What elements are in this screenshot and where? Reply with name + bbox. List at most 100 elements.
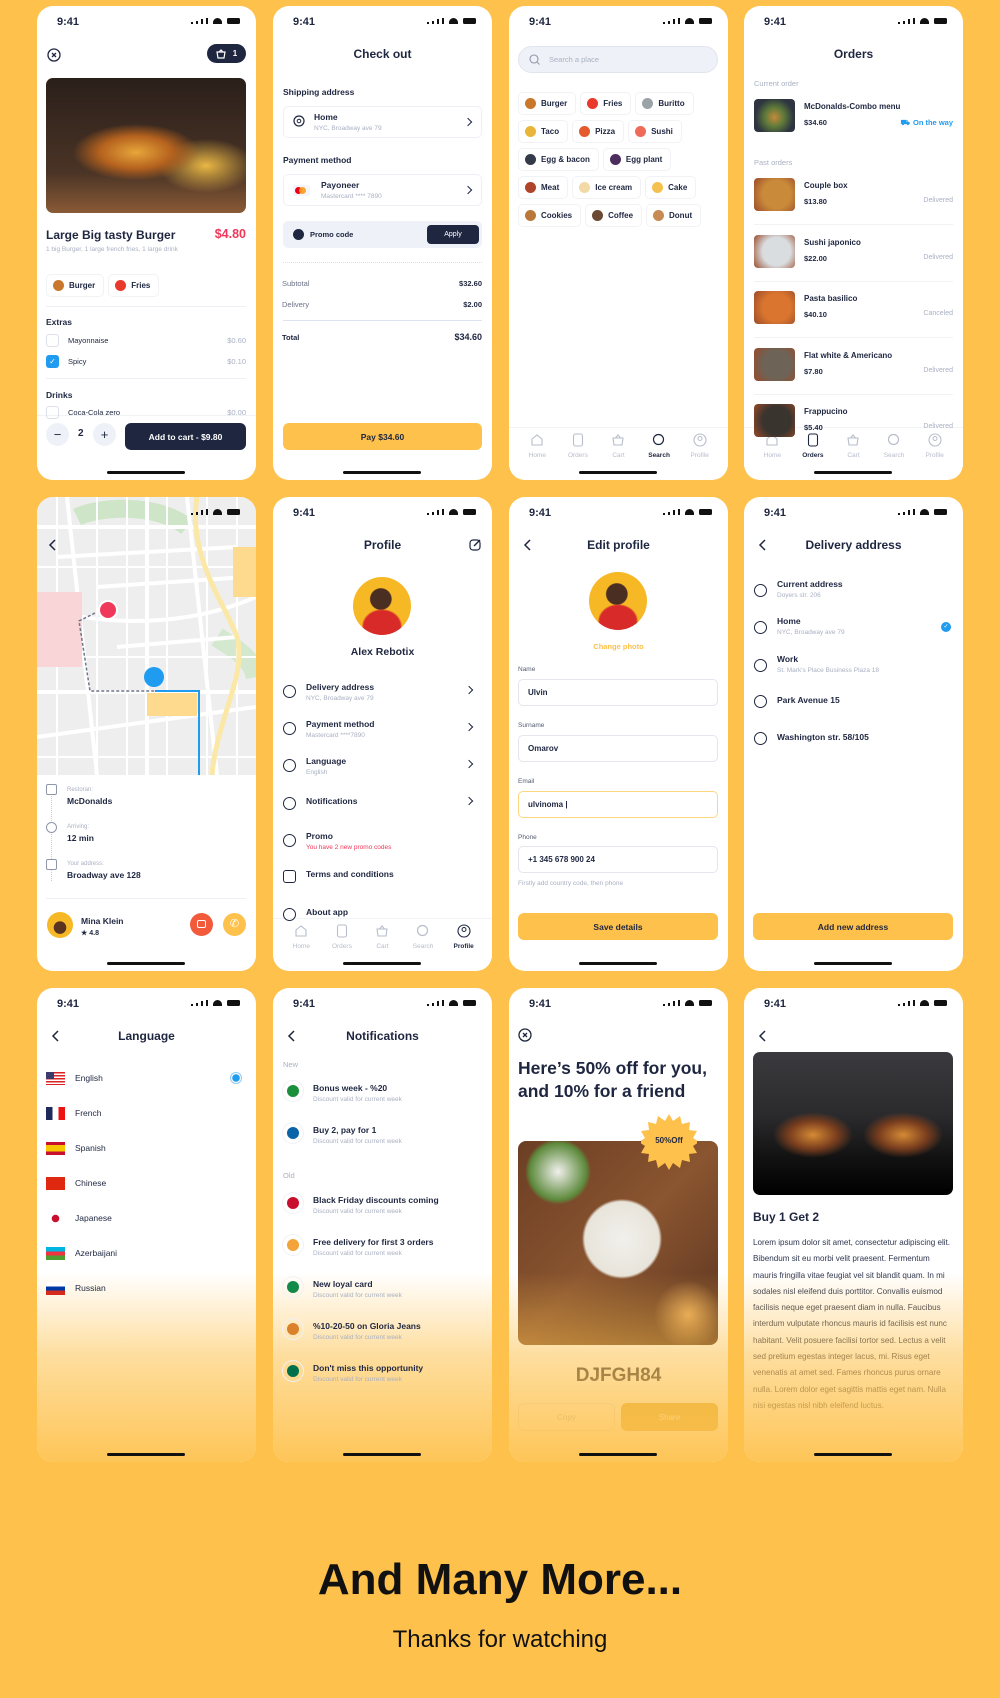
language-option-azerbaijani[interactable]: Azerbaijani bbox=[46, 1246, 246, 1260]
notification-item[interactable]: %10-20-50 on Gloria Jeans Discount valid … bbox=[282, 1318, 482, 1341]
address-item[interactable]: Work St. Mark's Place Business Plaza 18 bbox=[753, 654, 953, 682]
close-icon[interactable] bbox=[518, 1028, 532, 1042]
basket-icon bbox=[216, 48, 226, 59]
nav-cart[interactable]: Cart bbox=[600, 428, 636, 467]
surname-field[interactable]: Omarov bbox=[518, 735, 718, 762]
menu-item-language[interactable]: Language English bbox=[282, 756, 482, 784]
chip-coffee[interactable]: Coffee bbox=[585, 204, 643, 227]
notification-item[interactable]: Don't miss this opportunity Discount vali… bbox=[282, 1360, 482, 1383]
radio-selected[interactable] bbox=[230, 1072, 242, 1084]
nav-profile[interactable]: Profile bbox=[682, 428, 718, 467]
payment-method-card[interactable]: Payoneer Mastercard **** 7890 bbox=[283, 174, 482, 206]
chip-egg-plant[interactable]: Egg plant bbox=[602, 148, 672, 171]
menu-item-payment-method[interactable]: Payment method Mastercard ****7890 bbox=[282, 719, 482, 747]
edit-icon[interactable] bbox=[469, 538, 482, 551]
shipping-address-card[interactable]: Home NYC, Broadway ave 79 bbox=[283, 106, 482, 138]
chip-burger[interactable]: Burger bbox=[518, 92, 577, 115]
language-option-french[interactable]: French bbox=[46, 1106, 246, 1120]
chip-cookies[interactable]: Cookies bbox=[518, 204, 582, 227]
search-input[interactable]: Search a place bbox=[518, 46, 718, 73]
avatar[interactable] bbox=[353, 577, 411, 635]
chip-meat[interactable]: Meat bbox=[518, 176, 569, 199]
promo-icon bbox=[283, 834, 296, 847]
checkbox[interactable] bbox=[46, 406, 59, 419]
address-item[interactable]: Washington str. 58/105 bbox=[753, 732, 953, 760]
add-to-cart-button[interactable]: Add to cart - $9.80 bbox=[125, 423, 246, 450]
checkbox[interactable] bbox=[46, 334, 59, 347]
order-price: $7.80 bbox=[804, 366, 823, 376]
language-label: Azerbaijani bbox=[75, 1248, 118, 1258]
coffee-icon bbox=[592, 210, 604, 221]
phone-field[interactable]: +1 345 678 900 24 bbox=[518, 846, 718, 873]
courier-marker-icon[interactable] bbox=[144, 667, 164, 687]
option-row[interactable]: Coca-Cola zero $0.00 bbox=[46, 406, 246, 419]
restaurant-marker-icon[interactable] bbox=[98, 600, 118, 620]
signal-icon bbox=[663, 22, 665, 25]
chip-pizza[interactable]: Pizza bbox=[572, 120, 625, 143]
chip-fries[interactable]: Fries bbox=[580, 92, 632, 115]
notification-item[interactable]: Black Friday discounts coming Discount va… bbox=[282, 1192, 482, 1215]
chat-button[interactable] bbox=[190, 913, 213, 936]
option-row[interactable]: Mayonnaise $0.60 bbox=[46, 334, 246, 347]
chip-donut[interactable]: Donut bbox=[646, 204, 702, 227]
copy-button[interactable]: Copy bbox=[518, 1403, 615, 1431]
chip-buritto[interactable]: Buritto bbox=[635, 92, 694, 115]
notification-subtitle: Discount valid for current week bbox=[313, 1334, 402, 1341]
chip-egg-bacon[interactable]: Egg & bacon bbox=[518, 148, 599, 171]
chip-taco[interactable]: Taco bbox=[518, 120, 569, 143]
menu-item-promo[interactable]: Promo You have 2 new promo codes bbox=[282, 831, 482, 859]
language-option-russian[interactable]: Russian bbox=[46, 1281, 246, 1295]
checkbox-checked[interactable]: ✓ bbox=[46, 355, 59, 368]
address-item[interactable]: Park Avenue 15 bbox=[753, 695, 953, 723]
chip-ice-cream[interactable]: Ice cream bbox=[572, 176, 642, 199]
chip-fries[interactable]: Fries bbox=[108, 274, 160, 297]
menu-item-notifications[interactable]: Notifications bbox=[282, 796, 482, 824]
name-field[interactable]: Ulvin bbox=[518, 679, 718, 706]
language-option-spanish[interactable]: Spanish bbox=[46, 1141, 246, 1155]
current-order-item[interactable]: McDonalds-Combo menu $34.60 ⛟ On the way bbox=[754, 99, 953, 133]
option-row[interactable]: ✓ Spicy $0.10 bbox=[46, 355, 246, 368]
notification-item[interactable]: Buy 2, pay for 1 Discount valid for curre… bbox=[282, 1122, 482, 1145]
chip-cake[interactable]: Cake bbox=[645, 176, 697, 199]
address-item[interactable]: Home NYC, Broadway ave 79 ✓ bbox=[753, 616, 953, 644]
email-field[interactable]: ulvinoma | bbox=[518, 791, 718, 818]
add-new-address-button[interactable]: Add new address bbox=[753, 913, 953, 940]
past-order-item[interactable]: Flat white & Americano $7.80 Delivered bbox=[754, 347, 953, 395]
promo-share-screen: 9:41 Here’s 50% off for you, and 10% for… bbox=[509, 988, 728, 1462]
address-item[interactable]: Current address Doyers str. 206 bbox=[753, 579, 953, 607]
back-icon[interactable] bbox=[757, 1029, 769, 1043]
language-option-english[interactable]: English bbox=[46, 1071, 246, 1085]
chip-sushi[interactable]: Sushi bbox=[628, 120, 682, 143]
save-details-button[interactable]: Save details bbox=[518, 913, 718, 940]
past-order-item[interactable]: Sushi japonico $22.00 Delivered bbox=[754, 234, 953, 282]
past-order-item[interactable]: Couple box $13.80 Delivered bbox=[754, 178, 953, 225]
menu-item-about-app[interactable]: About app bbox=[282, 907, 482, 935]
past-order-item[interactable]: Pasta basilico $40.10 Canceled bbox=[754, 291, 953, 338]
nav-search[interactable]: Search bbox=[641, 428, 677, 467]
pay-button[interactable]: Pay $34.60 bbox=[283, 423, 482, 450]
change-photo-link[interactable]: Change photo bbox=[509, 642, 728, 651]
back-icon[interactable] bbox=[47, 538, 59, 552]
chip-burger[interactable]: Burger bbox=[46, 274, 105, 297]
share-button[interactable]: Share bbox=[621, 1403, 718, 1431]
nav-label: Search bbox=[648, 452, 670, 459]
close-icon[interactable] bbox=[47, 48, 61, 62]
menu-item-terms-and-conditions[interactable]: Terms and conditions bbox=[282, 869, 482, 897]
decrease-button[interactable]: − bbox=[46, 423, 69, 446]
language-option-chinese[interactable]: Chinese bbox=[46, 1176, 246, 1190]
nav-home[interactable]: Home bbox=[519, 428, 555, 467]
call-button[interactable]: ✆ bbox=[223, 913, 246, 936]
menu-item-delivery-address[interactable]: Delivery address NYC, Broadway ave 79 bbox=[282, 682, 482, 710]
promo-code-field[interactable]: Promo code Apply bbox=[283, 221, 482, 248]
nav-orders[interactable]: Orders bbox=[560, 428, 596, 467]
apply-button[interactable]: Apply bbox=[427, 225, 479, 244]
map[interactable] bbox=[37, 497, 256, 775]
notification-item[interactable]: New loyal card Discount valid for current… bbox=[282, 1276, 482, 1299]
increase-button[interactable]: + bbox=[93, 423, 116, 446]
notification-item[interactable]: Bonus week - %20 Discount valid for curre… bbox=[282, 1080, 482, 1103]
notification-item[interactable]: Free delivery for first 3 orders Discount… bbox=[282, 1234, 482, 1257]
past-order-item[interactable]: Frappucino $5.40 Delivered bbox=[754, 404, 953, 438]
language-option-japanese[interactable]: Japanese bbox=[46, 1211, 246, 1225]
cart-button[interactable]: 1 bbox=[207, 44, 246, 63]
promo-code[interactable]: DJFGH84 bbox=[509, 1365, 728, 1387]
